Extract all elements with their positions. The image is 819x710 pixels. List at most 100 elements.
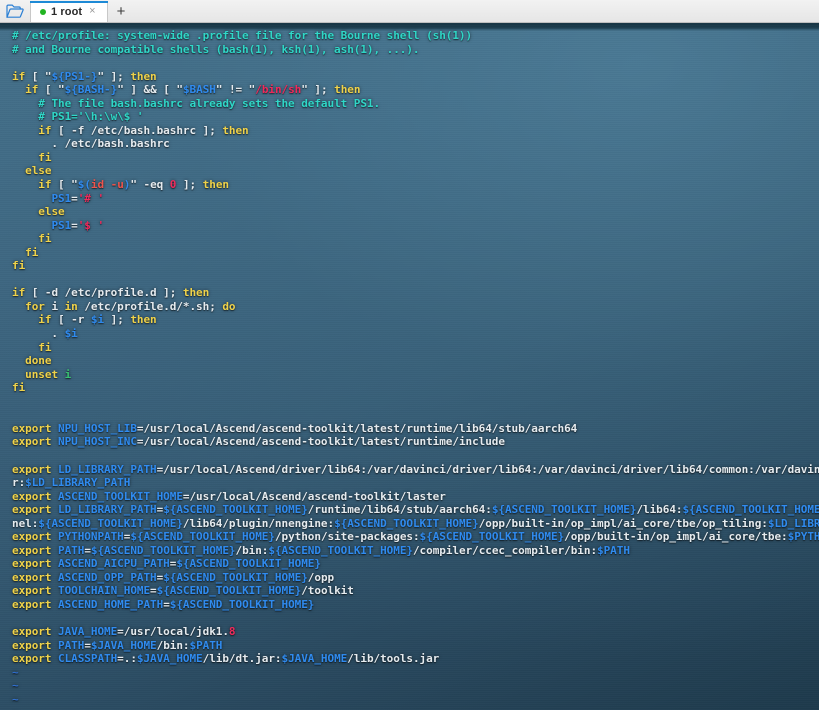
code-token: then — [182, 286, 210, 300]
code-line: else — [12, 205, 819, 219]
code-token: =/usr/local/Ascend/ascend-toolkit/latest… — [136, 421, 578, 435]
code-token: =/usr/local/Ascend/ascend-toolkit/latest… — [136, 435, 505, 449]
code-token: TOOLCHAIN_HOME — [58, 584, 151, 598]
code-token: $( — [77, 178, 91, 192]
code-token: ~ — [12, 692, 19, 706]
code-token: /lib64/plugin/nnengine: — [182, 516, 335, 530]
code-token: if — [38, 313, 52, 327]
code-token: /toolkit — [301, 584, 354, 598]
code-token: PS1 — [51, 191, 72, 205]
code-token: /lib/tools.jar — [347, 652, 440, 666]
code-token: fi — [38, 340, 52, 354]
code-token: NPU_HOST_LIB — [58, 421, 137, 435]
code-token: $JAVA_HOME — [90, 638, 157, 652]
code-token: ${ASCEND_TOOLKIT_HOME} — [491, 503, 637, 517]
code-token: [ -f /etc/bash.bashrc ]; — [51, 123, 223, 137]
code-token: . — [12, 327, 65, 341]
code-token: '$ ' — [77, 218, 105, 232]
code-token: ${ASCEND_TOOLKIT_HOME} — [682, 503, 819, 517]
close-icon[interactable]: × — [89, 6, 95, 17]
code-token: if — [38, 178, 52, 192]
code-token: ${ASCEND_TOOLKIT_HOME} — [334, 516, 479, 530]
code-line: export LD_LIBRARY_PATH=${ASCEND_TOOLKIT_… — [12, 503, 819, 517]
code-line: fi — [12, 341, 819, 355]
code-line: export NPU_HOST_LIB=/usr/local/Ascend/as… — [12, 422, 819, 436]
code-token: = — [150, 584, 157, 598]
code-token: $i — [90, 313, 105, 327]
code-token: $PYTHONPATH — [787, 530, 819, 544]
code-token: . /etc/bash.bashrc — [12, 137, 170, 151]
code-token: then — [222, 123, 249, 137]
code-token: # and Bourne compatible shells (bash(1),… — [12, 42, 420, 56]
code-token: in — [64, 299, 78, 313]
terminal-pane[interactable]: # /etc/profile: system-wide .profile fil… — [0, 23, 819, 710]
code-line: # /etc/profile: system-wide .profile fil… — [12, 29, 819, 43]
code-line: fi — [12, 232, 819, 246]
terminal-window: 1 root × + # /etc/profile: system-wide .… — [0, 0, 819, 710]
code-token: JAVA_HOME — [58, 625, 118, 639]
new-tab-button[interactable]: + — [108, 1, 134, 22]
code-token: if — [12, 286, 26, 300]
code-token: [ -r — [51, 313, 91, 327]
code-line: # PS1='\h:\w\$ ' — [12, 110, 819, 124]
code-token: " ]; — [301, 83, 335, 97]
code-token: ${ASCEND_TOOLKIT_HOME} — [156, 584, 302, 598]
code-token: ${ASCEND_TOOLKIT_HOME} — [163, 570, 308, 584]
code-line: ~ — [12, 693, 819, 707]
code-token: export — [12, 625, 52, 639]
code-line: if [ "$(id -u)" -eq 0 ]; then — [12, 178, 819, 192]
code-token: ]; — [176, 178, 203, 192]
code-token: =/usr/local/Ascend/ascend-toolkit/laster — [182, 489, 446, 503]
code-token: PS1 — [51, 218, 72, 232]
code-token: export — [12, 570, 52, 584]
code-token: /etc/profile.d/*.sh; — [77, 299, 223, 313]
code-token: export — [12, 421, 52, 435]
code-token: ASCEND_AICPU_PATH — [58, 557, 170, 571]
code-token: else — [25, 164, 52, 178]
tab-status-dot — [40, 8, 46, 15]
code-token: do — [222, 299, 236, 313]
code-token: ASCEND_HOME_PATH — [58, 597, 164, 611]
code-token: export — [12, 597, 52, 611]
tab-root[interactable]: 1 root × — [30, 1, 108, 22]
code-token: =/usr/local/jdk1. — [117, 625, 229, 639]
code-line: for i in /etc/profile.d/*.sh; do — [12, 300, 819, 314]
code-token: export — [12, 530, 52, 544]
code-token: ~ — [12, 679, 19, 693]
code-token: " -eq — [130, 178, 170, 192]
code-line: nel:${ASCEND_TOOLKIT_HOME}/lib64/plugin/… — [12, 517, 819, 531]
code-token: " ]; — [97, 69, 131, 83]
code-token: # /etc/profile: system-wide .profile fil… — [12, 29, 473, 42]
tab-label: 1 root — [51, 5, 83, 18]
code-token: export — [12, 584, 52, 598]
code-token: $i — [64, 327, 78, 341]
code-token: export — [12, 638, 52, 652]
code-token: then — [130, 69, 157, 83]
code-token: NPU_HOST_INC — [58, 435, 137, 449]
code-line: export LD_LIBRARY_PATH=/usr/local/Ascend… — [12, 463, 819, 477]
code-token: " != " — [215, 83, 256, 97]
code-token: [ " — [38, 83, 65, 97]
code-token: ${ASCEND_TOOLKIT_HOME} — [38, 516, 183, 530]
code-token: r: — [12, 476, 26, 490]
code-line: PS1='# ' — [12, 192, 819, 206]
code-token: export — [12, 435, 52, 449]
code-line: fi — [12, 151, 819, 165]
folder-open-icon[interactable] — [0, 0, 30, 22]
code-line: export ASCEND_HOME_PATH=${ASCEND_TOOLKIT… — [12, 598, 819, 612]
code-token: [ " — [51, 178, 78, 192]
code-line: # and Bourne compatible shells (bash(1),… — [12, 43, 819, 57]
code-token: i — [64, 367, 72, 381]
code-token: $LD_LIBRARY_PATH — [25, 476, 131, 490]
code-token: " ] && [ " — [117, 83, 183, 97]
